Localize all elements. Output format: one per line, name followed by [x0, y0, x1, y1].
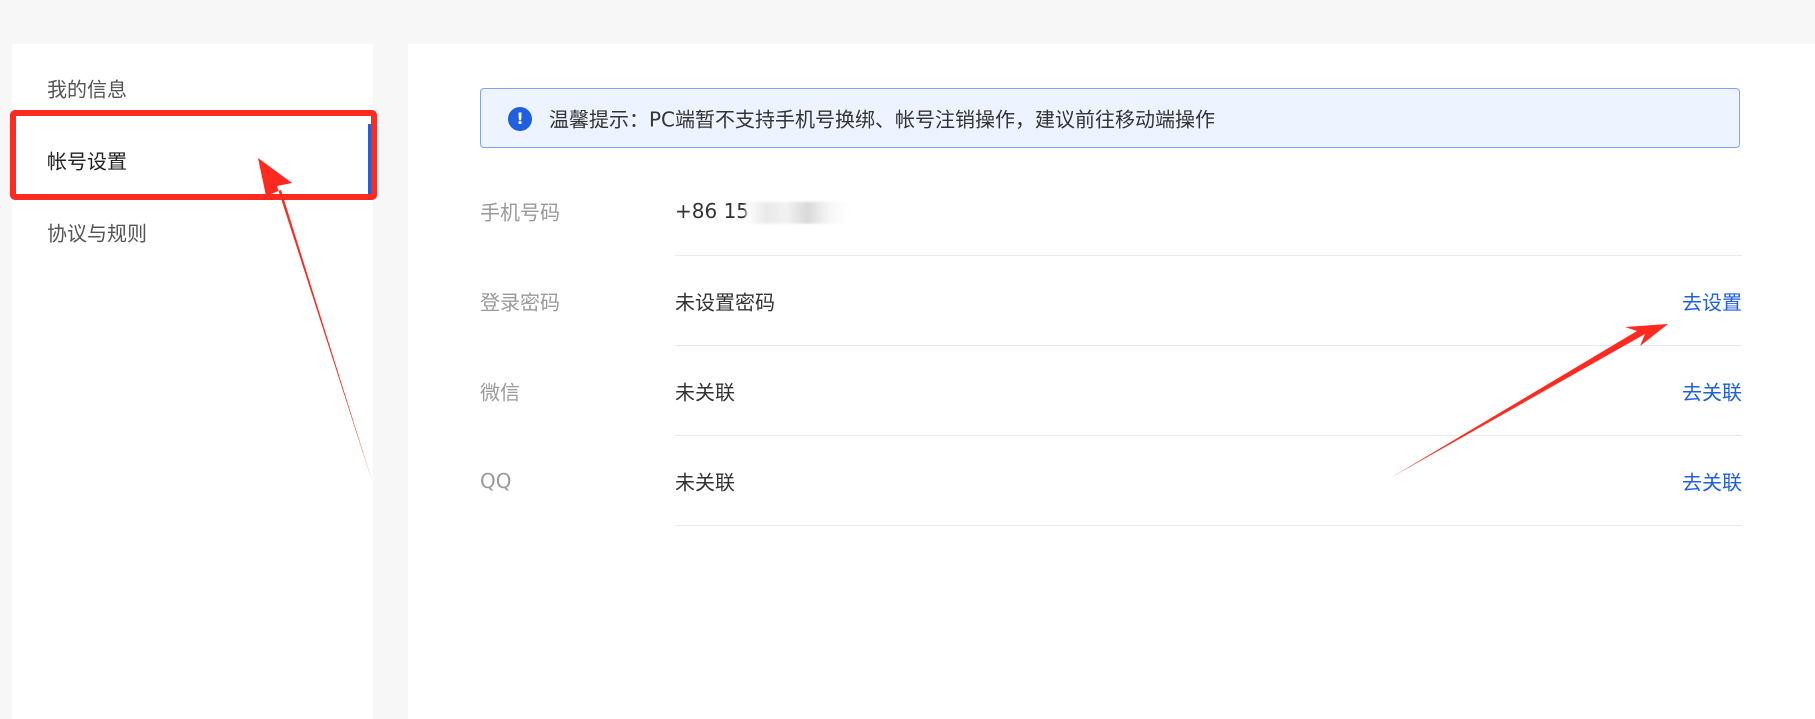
- password-row: 登录密码 未设置密码 去设置: [480, 256, 1742, 346]
- sidebar-item-account-settings[interactable]: 帐号设置: [12, 124, 373, 196]
- notice-banner: ! 温馨提示：PC端暂不支持手机号换绑、帐号注销操作，建议前往移动端操作: [480, 88, 1740, 148]
- account-settings-panel: ! 温馨提示：PC端暂不支持手机号换绑、帐号注销操作，建议前往移动端操作 手机号…: [408, 44, 1815, 719]
- password-value: 未设置密码: [675, 290, 775, 315]
- wechat-label: 微信: [480, 380, 520, 405]
- sidebar-item-label: 协议与规则: [47, 221, 147, 246]
- active-indicator: [368, 124, 373, 196]
- wechat-value: 未关联: [675, 380, 735, 405]
- sidebar-item-label: 帐号设置: [47, 149, 127, 174]
- notice-text: 温馨提示：PC端暂不支持手机号换绑、帐号注销操作，建议前往移动端操作: [549, 107, 1216, 132]
- info-icon: !: [508, 107, 532, 131]
- phone-row: 手机号码 +86 15: [480, 166, 1742, 256]
- sidebar-item-my-info[interactable]: 我的信息: [12, 52, 373, 124]
- qq-label: QQ: [480, 469, 512, 493]
- password-label: 登录密码: [480, 290, 560, 315]
- page: 我的信息 帐号设置 协议与规则 ! 温馨提示：PC端暂不支持手机号换绑、帐号注销…: [0, 0, 1815, 719]
- phone-label: 手机号码: [480, 200, 560, 225]
- row-divider: [675, 525, 1742, 526]
- wechat-row: 微信 未关联 去关联: [480, 346, 1742, 436]
- link-wechat-link[interactable]: 去关联: [1682, 377, 1742, 406]
- phone-value: +86 15: [675, 198, 850, 224]
- set-password-link[interactable]: 去设置: [1682, 287, 1742, 316]
- phone-number: +86 15: [675, 198, 750, 223]
- sidebar: 我的信息 帐号设置 协议与规则: [12, 44, 373, 719]
- link-qq-link[interactable]: 去关联: [1682, 467, 1742, 496]
- qq-row: QQ 未关联 去关联: [480, 436, 1742, 526]
- phone-redaction: [745, 201, 850, 224]
- qq-value: 未关联: [675, 470, 735, 495]
- sidebar-item-label: 我的信息: [47, 77, 127, 102]
- sidebar-item-agreements[interactable]: 协议与规则: [12, 196, 373, 268]
